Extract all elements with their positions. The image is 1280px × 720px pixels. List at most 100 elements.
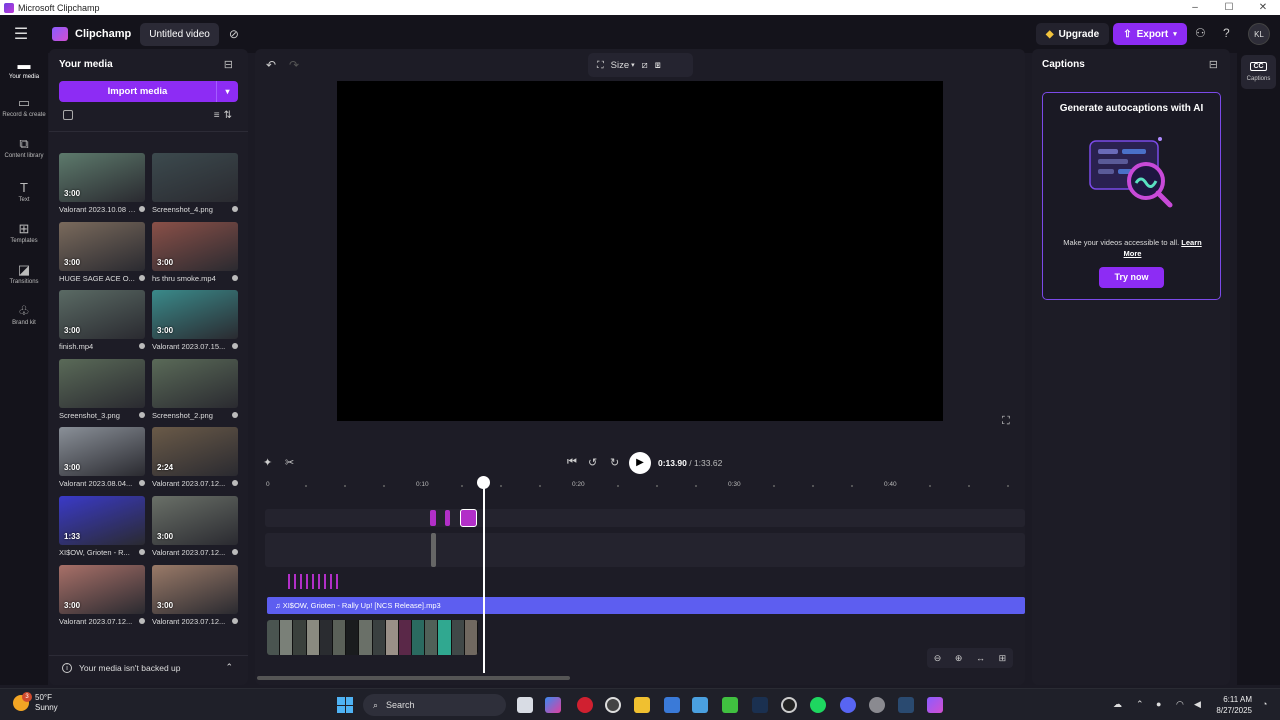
media-item[interactable]: 3:00 Valorant 2023.08.04... <box>59 427 145 488</box>
steam-icon[interactable] <box>752 697 768 713</box>
timeline-clip[interactable] <box>288 574 340 589</box>
screenshot-icon[interactable]: ⧆ <box>655 60 661 71</box>
system-clock[interactable]: 6:11 AM 8/27/2025 <box>1212 694 1252 716</box>
video-preview[interactable] <box>337 81 943 421</box>
settings-gear-icon[interactable] <box>869 697 885 713</box>
copilot-icon[interactable] <box>545 697 561 713</box>
file-explorer-icon[interactable] <box>634 697 650 713</box>
forward-5s-icon[interactable]: ↻ <box>610 456 619 469</box>
clipchamp-taskbar-icon[interactable] <box>927 697 943 713</box>
skip-back-icon[interactable]: ⏮ <box>567 456 577 469</box>
size-dropdown[interactable]: Size <box>611 60 629 71</box>
task-view-icon[interactable] <box>517 697 533 713</box>
taskbar-search[interactable]: ⌕ Search <box>363 694 506 716</box>
media-item[interactable]: 3:00 Valorant 2023.10.08 - 1... <box>59 153 145 214</box>
sidebar-item-your-media[interactable]: ▬ Your media <box>0 54 48 88</box>
video-clip-strip[interactable] <box>267 620 478 655</box>
media-item[interactable]: Screenshot_4.png <box>152 153 238 214</box>
sidebar-item-record-create[interactable]: ▭ Record & create <box>0 96 48 119</box>
project-title-button[interactable]: Untitled video <box>140 22 219 46</box>
media-item[interactable]: 2:24 Valorant 2023.07.12... <box>152 427 238 488</box>
export-button[interactable]: ⇧ Export ▾ <box>1113 23 1187 45</box>
brand[interactable]: Clipchamp <box>52 27 131 41</box>
status-dot-icon <box>232 549 238 555</box>
timeline-track[interactable] <box>265 509 1025 527</box>
media-item[interactable]: 3:00 Valorant 2023.07.15... <box>152 290 238 351</box>
share-people-icon[interactable]: ⚇ <box>1195 26 1206 40</box>
cloud-icon[interactable]: ☁ <box>1113 699 1122 710</box>
chevron-up-icon[interactable]: ⌃ <box>225 662 233 673</box>
avatar[interactable]: KL <box>1248 23 1270 45</box>
media-item[interactable]: Screenshot_3.png <box>59 359 145 420</box>
playhead[interactable] <box>483 481 485 673</box>
magic-icon[interactable]: ✦ <box>263 456 272 469</box>
zoom-in-icon[interactable]: ⊕ <box>955 653 963 664</box>
media-item[interactable]: 3:00 HUGE SAGE ACE O... <box>59 222 145 283</box>
media-item[interactable]: 3:00 finish.mp4 <box>59 290 145 351</box>
store-icon[interactable] <box>664 697 680 713</box>
minimize-button[interactable]: – <box>1178 0 1212 15</box>
zoom-out-icon[interactable]: ⊖ <box>934 653 942 664</box>
close-button[interactable]: ✕ <box>1246 0 1280 15</box>
collapse-panel-icon[interactable]: ⊟ <box>224 58 233 71</box>
redo-icon[interactable]: ↷ <box>289 58 299 72</box>
rail-item-captions[interactable]: CC Captions <box>1241 55 1276 89</box>
backup-notice[interactable]: i Your media isn't backed up ⌃ <box>49 655 248 679</box>
rewind-5s-icon[interactable]: ↺ <box>588 456 597 469</box>
discord-icon[interactable] <box>840 697 856 713</box>
timeline-scrollbar[interactable] <box>257 676 570 680</box>
timeline-track[interactable] <box>265 572 1025 590</box>
windows-start-icon[interactable] <box>337 697 353 713</box>
sidebar-item-brand-kit[interactable]: ♧ Brand kit <box>0 304 48 327</box>
upgrade-button[interactable]: ◆ Upgrade <box>1036 23 1109 45</box>
split-scissors-icon[interactable]: ✂ <box>285 456 294 469</box>
steam-alt-icon[interactable] <box>898 697 914 713</box>
collapse-panel-icon[interactable]: ⊟ <box>1209 58 1218 71</box>
playhead-handle[interactable] <box>477 476 490 489</box>
filter-sort-icon[interactable]: ≡⇅ <box>214 110 236 121</box>
notification-bell-icon[interactable]: ◔ <box>1262 699 1267 709</box>
sidebar-item-transitions[interactable]: ◪ Transitions <box>0 263 48 286</box>
help-icon[interactable]: ? <box>1223 26 1230 40</box>
hamburger-menu-icon[interactable]: ☰ <box>0 24 42 44</box>
maximize-button[interactable]: ☐ <box>1212 0 1246 15</box>
wifi-icon[interactable]: ◠ <box>1176 699 1184 710</box>
import-media-button[interactable]: Import media ▾ <box>59 81 238 102</box>
timeline-track[interactable] <box>265 533 1025 567</box>
chevron-up-icon[interactable]: ⌃ <box>1136 699 1144 710</box>
layout-icon[interactable]: ⧄ <box>642 60 648 71</box>
timeline-clip[interactable] <box>460 509 477 527</box>
photos-icon[interactable] <box>692 697 708 713</box>
timeline-clip[interactable] <box>430 510 436 526</box>
sidebar-item-content-library[interactable]: ⧉ Content library <box>0 137 48 160</box>
media-item[interactable]: 1:33 XI$OW, Grioten - R... <box>59 496 145 557</box>
spotify-icon[interactable] <box>810 697 826 713</box>
timeline-ruler[interactable]: 0 0:10 0:20 0:30 0:40 <box>255 479 1025 493</box>
play-button[interactable]: ▶ <box>629 452 651 474</box>
fit-to-window-icon[interactable]: ↔ <box>976 653 985 663</box>
expand-timeline-icon[interactable]: ⊞ <box>999 653 1007 664</box>
media-item[interactable]: Screenshot_2.png <box>152 359 238 420</box>
xbox-icon[interactable] <box>722 697 738 713</box>
select-all-checkbox[interactable] <box>63 110 73 120</box>
media-item[interactable]: 3:00 Valorant 2023.07.12... <box>152 565 238 626</box>
sidebar-item-templates[interactable]: ⊞ Templates <box>0 222 48 245</box>
microphone-icon[interactable]: ● <box>1156 699 1161 709</box>
chrome-icon[interactable] <box>605 697 621 713</box>
sidebar-item-text[interactable]: T Text <box>0 181 48 204</box>
timeline-clip[interactable] <box>431 533 436 567</box>
timeline-clip[interactable] <box>445 510 450 526</box>
weather-widget[interactable]: 3 50°F Sunny <box>13 692 58 713</box>
fullscreen-icon[interactable]: ⛶ <box>1002 415 1010 428</box>
media-item[interactable]: 3:00 Valorant 2023.07.12... <box>152 496 238 557</box>
volume-icon[interactable]: ◀ <box>1194 699 1201 710</box>
cloud-off-icon[interactable]: ⊘ <box>229 27 239 41</box>
try-now-button[interactable]: Try now <box>1099 267 1164 288</box>
opera-icon[interactable] <box>577 697 593 713</box>
chevron-down-icon[interactable]: ▾ <box>216 81 238 102</box>
audio-clip[interactable]: ♫ XI$OW, Grioten - Rally Up! [NCS Releas… <box>267 597 1025 614</box>
undo-icon[interactable]: ↶ <box>266 58 276 72</box>
media-item[interactable]: 3:00 hs thru smoke.mp4 <box>152 222 238 283</box>
media-item[interactable]: 3:00 Valorant 2023.07.12... <box>59 565 145 626</box>
media-app-icon[interactable] <box>781 697 797 713</box>
